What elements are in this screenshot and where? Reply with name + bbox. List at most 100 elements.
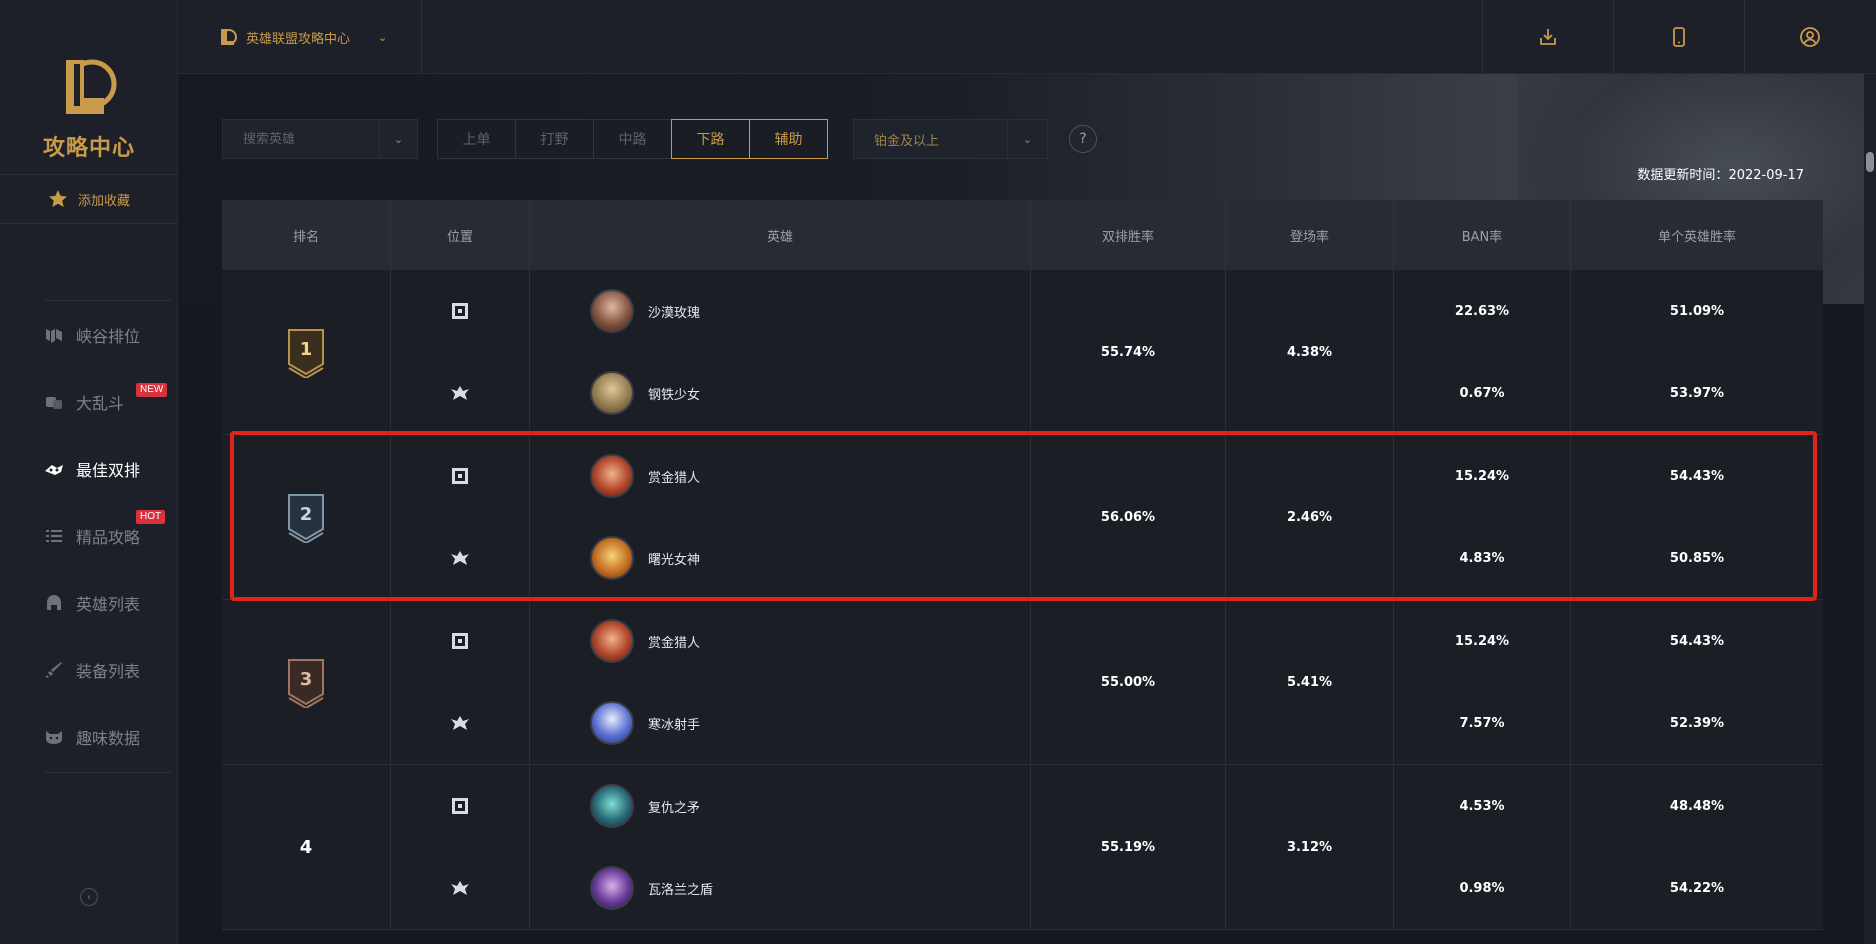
- table-row[interactable]: 4 复仇之矛 瓦洛兰之盾 55.19% 3.12% 4.53% 0.98% 48…: [222, 765, 1823, 930]
- champion-cell: 沙漠玫瑰 钢铁少女: [530, 270, 1031, 434]
- sidebar-item-aram[interactable]: 大乱斗 NEW: [44, 368, 172, 435]
- ban-rate-cell: 15.24% 4.83%: [1394, 435, 1571, 599]
- lol-logo-icon: [221, 29, 237, 45]
- chevron-left-icon: ‹: [87, 891, 91, 903]
- scrollbar[interactable]: [1864, 74, 1876, 944]
- logo-text: 攻略中心: [42, 136, 135, 161]
- champion-avatar: [590, 866, 634, 910]
- new-badge: NEW: [136, 383, 168, 397]
- champion-entry[interactable]: 曙光女神: [530, 517, 1030, 599]
- user-button[interactable]: [1744, 0, 1875, 74]
- table-row[interactable]: 1 沙漠玫瑰 钢铁少女 55.74% 4.38% 22.63% 0.67% 51…: [222, 270, 1823, 435]
- tier-select[interactable]: 铂金及以上 ⌄: [853, 119, 1048, 159]
- help-button[interactable]: ?: [1069, 125, 1097, 153]
- duo-winrate-cell: 55.00%: [1031, 600, 1226, 764]
- support-lane-icon: [391, 352, 529, 434]
- champion-avatar: [590, 454, 634, 498]
- champion-winrate: 54.43%: [1669, 468, 1725, 484]
- champion-name: 赏金猎人: [648, 470, 701, 486]
- duo-winrate-cell: 55.19%: [1031, 765, 1226, 929]
- list-icon: [46, 529, 62, 542]
- header-rank: 排名: [222, 200, 391, 270]
- champion-avatar: [590, 289, 634, 333]
- ban-rate: 0.67%: [1459, 385, 1505, 401]
- champion-winrate: 48.48%: [1669, 798, 1725, 814]
- champion-entry[interactable]: 赏金猎人: [530, 600, 1030, 682]
- aram-icon: [46, 396, 62, 409]
- pick-rate-cell: 2.46%: [1226, 435, 1394, 599]
- champion-avatar: [590, 536, 634, 580]
- rank-number: 3: [300, 669, 313, 690]
- tab-support[interactable]: 辅助: [749, 119, 828, 159]
- rank-cell: 4: [222, 765, 391, 929]
- champion-entry[interactable]: 沙漠玫瑰: [530, 270, 1030, 352]
- header-pick-rate[interactable]: 登场率: [1226, 200, 1394, 270]
- rank-number: 1: [300, 339, 313, 360]
- sidebar: 攻略中心 添加收藏 峡谷排位 大乱斗 NEW 最佳双排 精品攻略 HOT 英雄列…: [0, 0, 178, 944]
- ban-rate: 15.24%: [1454, 633, 1510, 649]
- support-lane-icon: [391, 682, 529, 764]
- rank-cell: 3: [222, 600, 391, 764]
- mobile-button[interactable]: [1613, 0, 1744, 74]
- champion-name: 曙光女神: [648, 552, 701, 568]
- site-switcher[interactable]: 英雄联盟攻略中心 ⌄: [178, 0, 422, 74]
- tab-bottom[interactable]: 下路: [671, 119, 750, 159]
- duo-winrate: 55.00%: [1100, 674, 1156, 690]
- logo[interactable]: 攻略中心: [0, 54, 178, 162]
- position-cell: [391, 765, 530, 929]
- chevron-down-icon: ⌄: [393, 132, 404, 146]
- duo-winrate-cell: 56.06%: [1031, 435, 1226, 599]
- table-row[interactable]: 2 赏金猎人 曙光女神 56.06% 2.46% 15.24% 4.83% 54…: [222, 435, 1823, 600]
- champion-entry[interactable]: 赏金猎人: [530, 435, 1030, 517]
- champion-winrate: 53.97%: [1669, 385, 1725, 401]
- add-favorite-label: 添加收藏: [77, 193, 130, 209]
- download-button[interactable]: [1482, 0, 1613, 74]
- sidebar-item-duo[interactable]: 最佳双排: [44, 435, 172, 502]
- champion-entry[interactable]: 寒冰射手: [530, 682, 1030, 764]
- bottom-lane-icon: [391, 435, 529, 517]
- duo-winrate-cell: 55.74%: [1031, 270, 1226, 434]
- chevron-down-icon: ⌄: [378, 30, 388, 44]
- duo-table: 排名 位置 英雄 双排胜率 登场率 BAN率 单个英雄胜率 1 沙漠玫瑰 钢铁少…: [222, 200, 1823, 930]
- champion-entry[interactable]: 钢铁少女: [530, 352, 1030, 434]
- winrate-cell: 51.09% 53.97%: [1571, 270, 1823, 434]
- divider: [44, 772, 172, 773]
- pick-rate: 4.38%: [1286, 344, 1333, 360]
- silver-rank-badge-icon: 2: [288, 494, 324, 543]
- sidebar-item-guides[interactable]: 精品攻略 HOT: [44, 502, 172, 569]
- sidebar-item-fun-data[interactable]: 趣味数据: [44, 703, 172, 770]
- add-favorite-button[interactable]: 添加收藏: [0, 174, 178, 224]
- support-lane-icon: [391, 847, 529, 929]
- ban-rate: 4.53%: [1459, 798, 1505, 814]
- champion-cell: 赏金猎人 寒冰射手: [530, 600, 1031, 764]
- cat-icon: [46, 730, 62, 744]
- collapse-sidebar-button[interactable]: ‹: [80, 888, 98, 906]
- winrate-cell: 54.43% 50.85%: [1571, 435, 1823, 599]
- ban-rate-cell: 4.53% 0.98%: [1394, 765, 1571, 929]
- champion-name: 复仇之矛: [648, 800, 701, 816]
- rank-cell: 2: [222, 435, 391, 599]
- search-dropdown-button[interactable]: ⌄: [379, 120, 417, 158]
- search-input[interactable]: [223, 131, 379, 147]
- site-title: 英雄联盟攻略中心: [246, 31, 351, 47]
- tab-jungle[interactable]: 打野: [515, 119, 594, 159]
- rank-number: 2: [300, 504, 313, 525]
- duo-winrate: 55.74%: [1100, 344, 1156, 360]
- champion-entry[interactable]: 瓦洛兰之盾: [530, 847, 1030, 929]
- header-duo-winrate[interactable]: 双排胜率: [1031, 200, 1226, 270]
- sidebar-item-items[interactable]: 装备列表: [44, 636, 172, 703]
- scroll-thumb[interactable]: [1866, 152, 1874, 172]
- header-winrate[interactable]: 单个英雄胜率: [1571, 200, 1823, 270]
- tab-top[interactable]: 上单: [437, 119, 516, 159]
- champion-entry[interactable]: 复仇之矛: [530, 765, 1030, 847]
- tier-dropdown-button[interactable]: ⌄: [1007, 120, 1047, 158]
- table-header: 排名 位置 英雄 双排胜率 登场率 BAN率 单个英雄胜率: [222, 200, 1823, 270]
- sidebar-item-rank[interactable]: 峡谷排位: [44, 301, 172, 368]
- header-ban-rate[interactable]: BAN率: [1394, 200, 1571, 270]
- champion-avatar: [590, 784, 634, 828]
- gold-rank-badge-icon: 1: [288, 329, 324, 378]
- sidebar-item-champions[interactable]: 英雄列表: [44, 569, 172, 636]
- table-row[interactable]: 3 赏金猎人 寒冰射手 55.00% 5.41% 15.24% 7.57% 54…: [222, 600, 1823, 765]
- tab-mid[interactable]: 中路: [593, 119, 672, 159]
- star-icon: [48, 190, 67, 207]
